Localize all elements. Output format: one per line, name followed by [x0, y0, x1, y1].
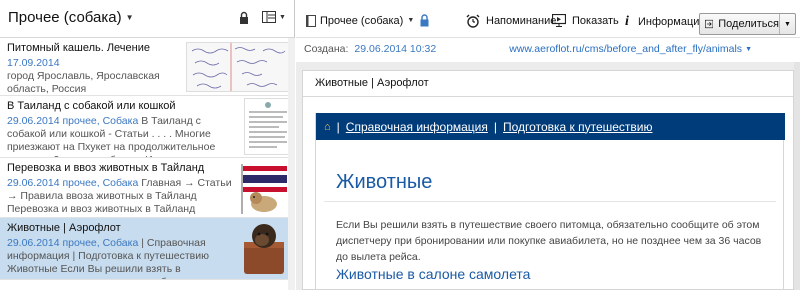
note-thumbnail	[186, 42, 290, 92]
note-date: 29.06.2014	[7, 177, 60, 189]
source-url-text: www.aeroflot.ru/cms/before_and_after_fly…	[509, 43, 743, 55]
note-content-scrollbar[interactable]	[794, 62, 800, 290]
home-icon[interactable]: ⌂	[324, 121, 331, 133]
note-thumbnail	[238, 160, 290, 216]
note-editor-pane: Прочее (собака) ▼ Напоминание Показать i…	[296, 0, 800, 290]
breadcrumb-link-reference[interactable]: Справочная информация	[346, 120, 488, 134]
note-snippet: 29.06.2014 прочее, Собака | Справочная и…	[7, 237, 235, 279]
lock-icon[interactable]	[239, 11, 249, 28]
note-snippet: 17.09.2014 город Ярославль, Ярославская …	[7, 57, 182, 95]
breadcrumb-separator: |	[493, 119, 498, 134]
note-meta-bar: Создана: 29.06.2014 10:32 www.aeroflot.ru…	[296, 38, 800, 60]
notebook-title: Прочее (собака)	[8, 9, 122, 26]
note-toolbar: Прочее (собака) ▼ Напоминание Показать i…	[296, 0, 800, 38]
page-paragraph: Если Вы решили взять в путешествие своег…	[336, 219, 762, 263]
reminder-button[interactable]: Напоминание	[466, 14, 556, 28]
chevron-down-icon: ▼	[125, 13, 134, 22]
note-list-scrollbar[interactable]	[288, 38, 295, 290]
breadcrumb: ⌂ | Справочная информация | Подготовка к…	[316, 113, 785, 140]
note-title-field[interactable]: Животные | Аэрофлот	[315, 77, 429, 89]
alarm-clock-icon	[466, 14, 480, 28]
created-date: 29.06.2014 10:32	[354, 43, 437, 55]
created-info: Создана: 29.06.2014 10:32	[304, 43, 436, 55]
page-heading: Животные	[336, 171, 433, 193]
note-date: 29.06.2014	[7, 237, 60, 249]
notebook-icon	[306, 14, 316, 27]
note-tags: прочее, Собака	[62, 177, 139, 189]
reminder-label: Напоминание	[486, 15, 557, 27]
list-view-icon	[262, 11, 276, 23]
note-content[interactable]: Животные | Аэрофлот ⌂ | Справочная инфор…	[302, 70, 794, 290]
present-label: Показать	[572, 14, 619, 27]
chevron-down-icon[interactable]: ▼	[780, 21, 795, 28]
heading-divider	[324, 201, 776, 202]
note-list-item[interactable]: Питомный кашель. Лечение 17.09.2014 горо…	[0, 38, 294, 96]
chevron-down-icon: ▼	[279, 13, 286, 21]
note-list-pane: Прочее (собака) ▼ ▼ Питомный кашель. Леч…	[0, 0, 295, 290]
note-list-item[interactable]: Перевозка и ввоз животных в Тайланд 29.0…	[0, 158, 294, 218]
note-list-header: Прочее (собака) ▼ ▼	[0, 0, 294, 38]
chevron-down-icon: ▼	[407, 17, 415, 24]
note-snippet-text: город Ярославль, Ярославская область, Ро…	[7, 70, 160, 95]
note-date: 17.09.2014	[7, 57, 60, 69]
lock-icon	[420, 14, 429, 27]
info-icon: i	[625, 14, 629, 29]
title-divider	[303, 96, 793, 97]
note-thumbnail	[238, 220, 290, 278]
chevron-down-icon: ▼	[745, 45, 752, 53]
share-icon	[705, 19, 714, 29]
note-list-item[interactable]: В Таиланд с собакой или кошкой 29.06.201…	[0, 96, 294, 158]
source-url[interactable]: www.aeroflot.ru/cms/before_and_after_fly…	[509, 43, 752, 55]
note-notebook-name: Прочее (собака)	[320, 14, 404, 27]
breadcrumb-link-travel-prep[interactable]: Подготовка к путешествию	[503, 120, 652, 134]
view-options-button[interactable]: ▼	[262, 11, 286, 23]
note-tags: прочее, Собака	[62, 237, 139, 249]
info-button[interactable]: i Информация	[622, 14, 705, 30]
note-list-item-selected[interactable]: Животные | Аэрофлот 29.06.2014 прочее, С…	[0, 218, 294, 280]
note-notebook-selector[interactable]: Прочее (собака) ▼	[306, 14, 429, 27]
note-date: 29.06.2014	[7, 115, 60, 127]
note-snippet: 29.06.2014 прочее, Собака В Таиланд с со…	[7, 115, 235, 157]
info-label: Информация	[638, 16, 706, 28]
note-tags: прочее, Собака	[62, 115, 139, 127]
page-subheading: Животные в салоне самолета	[336, 266, 531, 282]
breadcrumb-separator: |	[336, 119, 340, 134]
share-button[interactable]: Поделиться ▼	[699, 13, 796, 35]
notebook-selector[interactable]: Прочее (собака) ▼	[8, 9, 134, 26]
share-label: Поделиться	[718, 18, 779, 30]
presentation-icon	[552, 14, 566, 27]
note-thumbnail	[244, 98, 290, 155]
created-label: Создана:	[304, 43, 349, 55]
note-snippet: 29.06.2014 прочее, Собака Главная → Стат…	[7, 177, 235, 217]
present-button[interactable]: Показать	[552, 14, 619, 27]
clipped-web-page: ⌂ | Справочная информация | Подготовка к…	[315, 113, 785, 289]
